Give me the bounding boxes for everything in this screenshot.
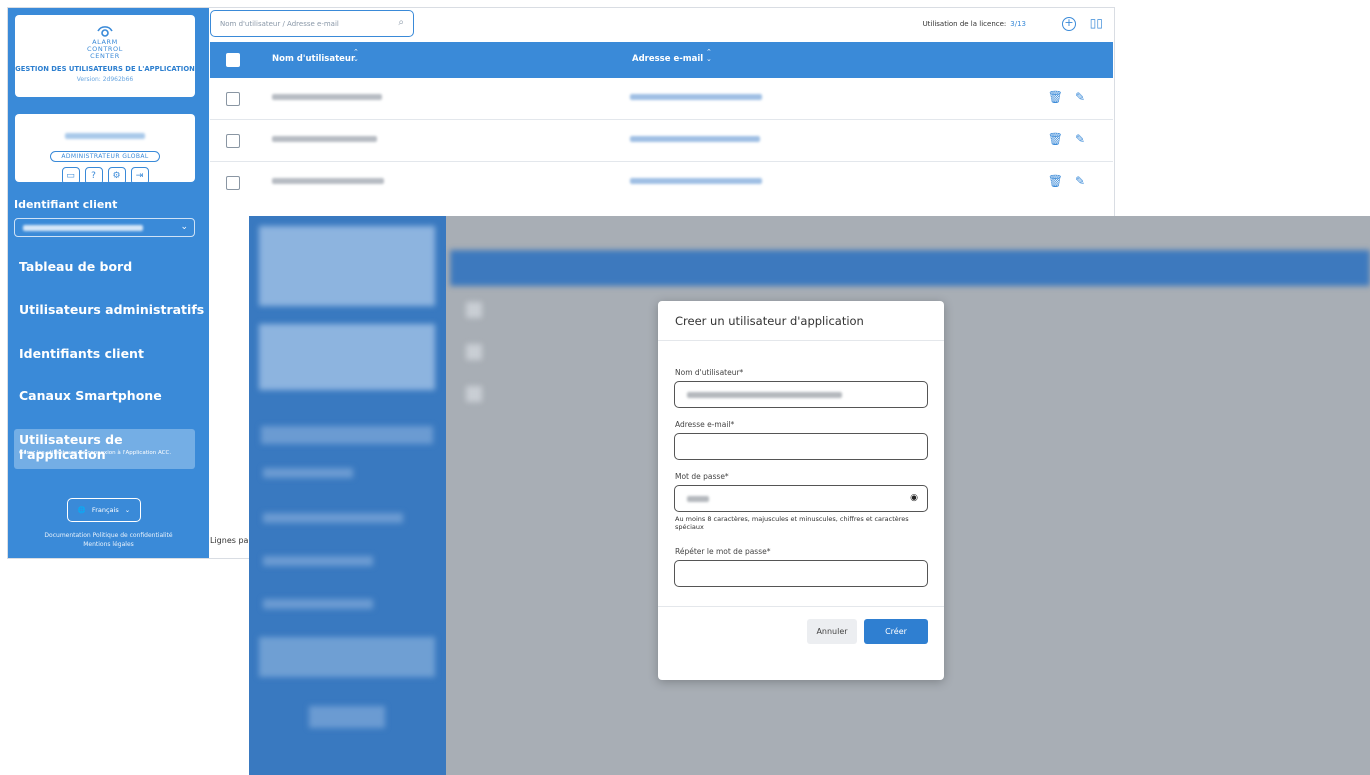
screenshot-stage: ALARM CONTROL CENTER GESTION DES UTILISA… [0, 0, 1370, 775]
search-icon: ⌕ [398, 17, 404, 28]
redacted-username [272, 94, 382, 100]
role-badge: ADMINISTRATEUR GLOBAL [50, 151, 160, 162]
trash-icon[interactable]: 🗑 [1048, 90, 1075, 104]
password-field[interactable]: ◉ [674, 485, 928, 512]
sort-icon[interactable]: ⌃ ⌄ [353, 49, 359, 63]
chevron-down-icon: ⌄ [180, 222, 188, 232]
client-id-select[interactable]: ⌄ [14, 218, 195, 237]
eye-icon[interactable]: ◉ [910, 493, 918, 503]
foreground-window: Creer un utilisateur d'application Nom d… [249, 216, 1370, 775]
language-select[interactable]: 🌐 Français ⌄ [67, 498, 141, 522]
user-card: ADMINISTRATEUR GLOBAL ▭ ? ⚙ ⇥ [15, 114, 195, 185]
row-checkbox[interactable] [226, 134, 240, 148]
col-email[interactable]: Adresse e-mail [632, 54, 703, 64]
row-actions: 🗑✎ [1048, 132, 1097, 146]
search-input[interactable]: Nom d'utilisateur / Adresse e-mail ⌕ [210, 10, 414, 37]
trash-icon[interactable]: 🗑 [1048, 174, 1075, 188]
repeat-password-field[interactable] [674, 560, 928, 587]
users-table: Nom d'utilisateur ⌃ ⌄ Adresse e-mail ⌃ ⌄ 🗑… [210, 42, 1113, 204]
table-row: 🗑✎ [210, 78, 1113, 120]
row-actions: 🗑✎ [1048, 90, 1097, 104]
brand-name: ALARM CONTROL CENTER [87, 38, 123, 60]
blurred-nav-item [263, 513, 403, 523]
cancel-button[interactable]: Annuler [807, 619, 857, 644]
redacted-username [272, 136, 377, 142]
table-header: Nom d'utilisateur ⌃ ⌄ Adresse e-mail ⌃ ⌄ [210, 42, 1113, 78]
blurred-active-nav [259, 637, 435, 677]
pencil-icon[interactable]: ✎ [1075, 174, 1097, 188]
brand-card: ALARM CONTROL CENTER GESTION DES UTILISA… [15, 15, 195, 97]
blurred-language [309, 706, 385, 728]
license-label: Utilisation de la licence: [922, 20, 1007, 28]
row-checkbox[interactable] [226, 176, 240, 190]
row-actions: 🗑✎ [1048, 174, 1097, 188]
logout-icon[interactable]: ⇥ [130, 167, 149, 185]
nav-dashboard[interactable]: Tableau de bord [19, 259, 132, 274]
add-user-icon[interactable]: + [1062, 17, 1076, 31]
legal-link[interactable]: Mentions légales [8, 541, 209, 548]
password-hint: Au moins 8 caractères, majuscules et min… [675, 515, 909, 531]
settings-icon[interactable]: ⚙ [107, 167, 126, 185]
table-row: 🗑✎ [210, 162, 1113, 204]
blurred-sidebar [249, 216, 446, 775]
app-version: Version: 2d962b66 [76, 76, 134, 83]
client-id-label: Identifiant client [14, 198, 118, 211]
nav-smartphone-channels[interactable]: Canaux Smartphone [19, 388, 162, 403]
blurred-user-card [259, 324, 435, 390]
help-icon[interactable]: ? [84, 167, 103, 185]
trash-icon[interactable]: 🗑 [1048, 132, 1075, 146]
chevron-down-icon: ⌄ [124, 506, 131, 514]
sidebar: ALARM CONTROL CENTER GESTION DES UTILISA… [8, 8, 209, 558]
app-subtitle: GESTION DES UTILISATEURS DE L'APPLICATIO… [15, 65, 195, 73]
globe-icon: 🌐 [77, 506, 86, 514]
blurred-checkbox [466, 386, 482, 402]
email-field[interactable] [674, 433, 928, 460]
username-label: Nom d'utilisateur* [675, 368, 744, 377]
redacted-username [272, 178, 384, 184]
col-username[interactable]: Nom d'utilisateur [272, 54, 355, 64]
dialog-title: Creer un utilisateur d'application [675, 314, 864, 328]
blurred-checkbox [466, 302, 482, 318]
language-label: Français [91, 506, 119, 514]
sort-icon[interactable]: ⌃ ⌄ [706, 49, 712, 63]
create-user-dialog: Creer un utilisateur d'application Nom d… [658, 301, 944, 680]
footer-links[interactable]: Documentation Politique de confidentiali… [8, 532, 209, 539]
create-button[interactable]: Créer [864, 619, 928, 644]
blurred-checkbox [466, 344, 482, 360]
redacted-username-value [687, 392, 842, 398]
repeat-password-label: Répéter le mot de passe* [675, 547, 771, 556]
redacted-user-name [65, 133, 145, 139]
nav-app-users-title: Utilisateurs de l'application [19, 432, 123, 462]
rows-per-page-label: Lignes pa [210, 536, 249, 545]
blurred-nav-item [263, 556, 373, 566]
password-label: Mot de passe* [675, 472, 729, 481]
row-checkbox[interactable] [226, 92, 240, 106]
table-row: 🗑✎ [210, 120, 1113, 162]
license-value: 3/13 [1010, 20, 1026, 28]
blurred-brand-card [259, 226, 435, 306]
documentation-icon[interactable]: ▭ [61, 167, 80, 185]
redacted-email [630, 94, 762, 100]
redacted-email [630, 136, 760, 142]
redacted-client-id [23, 225, 143, 231]
nav-app-users-desc: Gérez les utilisateurs de connexion à l'… [19, 450, 172, 456]
blurred-select [261, 426, 433, 444]
dialog-divider [658, 340, 944, 341]
nav-admin-users[interactable]: Utilisateurs administratifs [19, 302, 204, 317]
pencil-icon[interactable]: ✎ [1075, 90, 1097, 104]
redacted-password-value [687, 496, 709, 502]
blurred-table-header [450, 250, 1370, 286]
blurred-nav-item [263, 599, 373, 609]
dialog-divider [658, 606, 944, 607]
pencil-icon[interactable]: ✎ [1075, 132, 1097, 146]
select-all-checkbox[interactable] [226, 53, 240, 67]
book-icon[interactable]: ▯▯ [1090, 16, 1103, 30]
search-placeholder: Nom d'utilisateur / Adresse e-mail [220, 20, 339, 28]
license-usage: Utilisation de la licence: 3/13 [923, 20, 1026, 28]
username-field[interactable] [674, 381, 928, 408]
redacted-email [630, 178, 762, 184]
nav-client-ids[interactable]: Identifiants client [19, 346, 144, 361]
blurred-nav-item [263, 468, 353, 478]
email-label: Adresse e-mail* [675, 420, 735, 429]
